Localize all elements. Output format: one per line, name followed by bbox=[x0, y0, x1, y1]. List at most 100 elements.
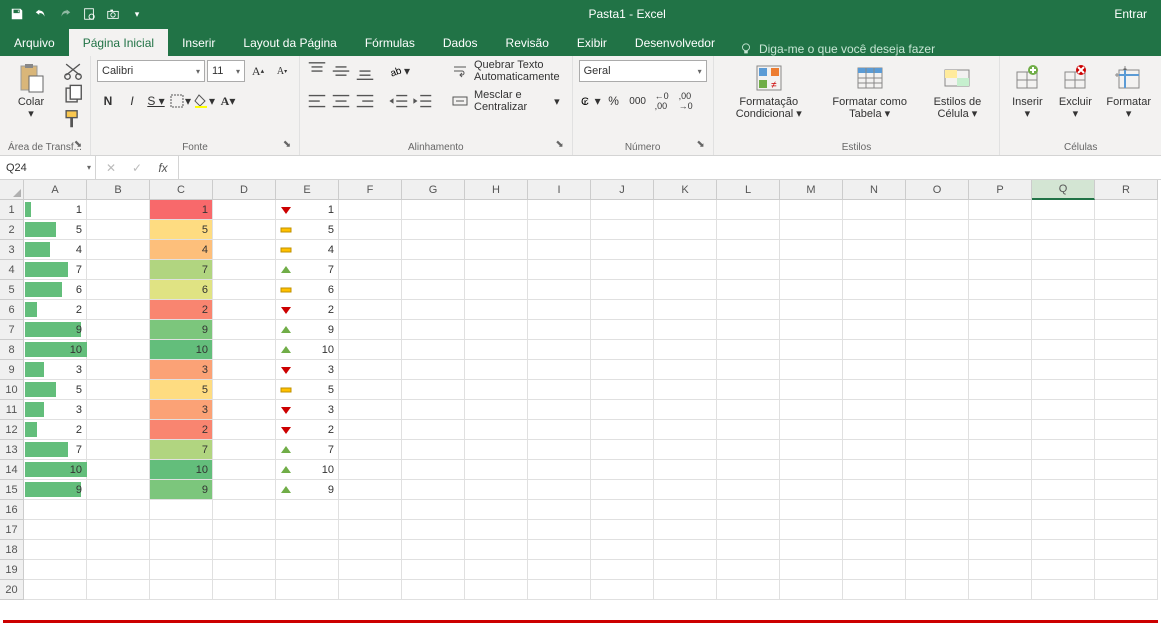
cell[interactable] bbox=[87, 460, 150, 480]
cell[interactable] bbox=[843, 260, 906, 280]
cell[interactable] bbox=[717, 580, 780, 600]
cell[interactable] bbox=[1095, 260, 1158, 280]
cell[interactable] bbox=[906, 360, 969, 380]
cell[interactable] bbox=[906, 460, 969, 480]
cell[interactable] bbox=[402, 240, 465, 260]
column-header[interactable]: F bbox=[339, 180, 402, 200]
cell[interactable]: 10 bbox=[150, 460, 213, 480]
cell[interactable] bbox=[339, 400, 402, 420]
tell-me-search[interactable]: Diga-me o que você deseja fazer bbox=[729, 42, 945, 56]
cell[interactable] bbox=[780, 280, 843, 300]
cell[interactable] bbox=[717, 240, 780, 260]
cell[interactable] bbox=[780, 200, 843, 220]
cell[interactable] bbox=[276, 560, 339, 580]
cell[interactable] bbox=[1032, 440, 1095, 460]
cell[interactable] bbox=[654, 500, 717, 520]
orientation-icon[interactable]: ab▾ bbox=[388, 60, 410, 82]
cell[interactable] bbox=[1095, 300, 1158, 320]
cell[interactable]: 5 bbox=[150, 220, 213, 240]
column-header[interactable]: M bbox=[780, 180, 843, 200]
cell[interactable] bbox=[969, 260, 1032, 280]
cell[interactable]: 10 bbox=[276, 340, 339, 360]
cell[interactable] bbox=[87, 320, 150, 340]
cell[interactable] bbox=[213, 340, 276, 360]
row-header[interactable]: 5 bbox=[0, 280, 24, 300]
cell[interactable] bbox=[969, 320, 1032, 340]
cell[interactable]: 3 bbox=[276, 360, 339, 380]
cell[interactable] bbox=[591, 220, 654, 240]
cell[interactable] bbox=[1095, 500, 1158, 520]
cell[interactable] bbox=[276, 520, 339, 540]
cell[interactable] bbox=[339, 240, 402, 260]
cell[interactable] bbox=[717, 260, 780, 280]
cell[interactable] bbox=[843, 520, 906, 540]
cell[interactable] bbox=[87, 220, 150, 240]
cell[interactable] bbox=[654, 220, 717, 240]
cell[interactable]: 7 bbox=[24, 440, 87, 460]
cell[interactable] bbox=[465, 540, 528, 560]
cell[interactable] bbox=[1095, 460, 1158, 480]
cell[interactable] bbox=[528, 580, 591, 600]
column-header[interactable]: G bbox=[402, 180, 465, 200]
cell[interactable] bbox=[276, 500, 339, 520]
cell[interactable] bbox=[339, 560, 402, 580]
cell[interactable] bbox=[150, 520, 213, 540]
cell[interactable] bbox=[339, 340, 402, 360]
cell[interactable] bbox=[654, 260, 717, 280]
cell[interactable] bbox=[717, 460, 780, 480]
cell[interactable] bbox=[780, 380, 843, 400]
wrap-text-button[interactable]: Quebrar Texto Automaticamente bbox=[446, 60, 566, 82]
cell[interactable] bbox=[843, 240, 906, 260]
cell[interactable] bbox=[402, 440, 465, 460]
spreadsheet-grid[interactable]: ABCDEFGHIJKLMNOPQR1111255534444777566662… bbox=[0, 180, 1161, 600]
column-header[interactable]: A bbox=[24, 180, 87, 200]
cell[interactable] bbox=[654, 440, 717, 460]
fill-color-icon[interactable]: ▾ bbox=[193, 90, 215, 112]
cell[interactable] bbox=[591, 260, 654, 280]
column-header[interactable]: K bbox=[654, 180, 717, 200]
cell[interactable] bbox=[969, 280, 1032, 300]
cell[interactable] bbox=[87, 200, 150, 220]
cell[interactable] bbox=[528, 440, 591, 460]
cell[interactable] bbox=[465, 520, 528, 540]
cell[interactable] bbox=[591, 320, 654, 340]
cell[interactable] bbox=[528, 480, 591, 500]
signin-button[interactable]: Entrar bbox=[1106, 7, 1155, 21]
cell[interactable] bbox=[213, 320, 276, 340]
cell[interactable]: 2 bbox=[276, 420, 339, 440]
cell[interactable] bbox=[717, 540, 780, 560]
row-header[interactable]: 19 bbox=[0, 560, 24, 580]
cell[interactable] bbox=[906, 260, 969, 280]
cell[interactable]: 4 bbox=[24, 240, 87, 260]
cell[interactable] bbox=[528, 420, 591, 440]
cell[interactable] bbox=[906, 500, 969, 520]
cell[interactable] bbox=[654, 340, 717, 360]
align-bottom-icon[interactable] bbox=[354, 60, 376, 82]
cell[interactable] bbox=[402, 420, 465, 440]
cell[interactable] bbox=[780, 300, 843, 320]
cell[interactable] bbox=[843, 460, 906, 480]
cell[interactable] bbox=[780, 540, 843, 560]
cell[interactable] bbox=[717, 400, 780, 420]
cell[interactable] bbox=[276, 540, 339, 560]
cell[interactable] bbox=[1032, 380, 1095, 400]
cell[interactable] bbox=[717, 520, 780, 540]
align-center-icon[interactable] bbox=[330, 90, 352, 112]
italic-icon[interactable]: I bbox=[121, 90, 143, 112]
cell[interactable] bbox=[654, 320, 717, 340]
column-header[interactable]: J bbox=[591, 180, 654, 200]
cell[interactable] bbox=[339, 360, 402, 380]
cell[interactable] bbox=[780, 360, 843, 380]
cell[interactable] bbox=[591, 580, 654, 600]
row-header[interactable]: 9 bbox=[0, 360, 24, 380]
cell[interactable] bbox=[843, 320, 906, 340]
cell[interactable] bbox=[213, 500, 276, 520]
cell[interactable] bbox=[1032, 400, 1095, 420]
cell[interactable] bbox=[213, 420, 276, 440]
cell[interactable] bbox=[339, 280, 402, 300]
row-header[interactable]: 6 bbox=[0, 300, 24, 320]
cell[interactable] bbox=[402, 540, 465, 560]
tab-exibir[interactable]: Exibir bbox=[563, 30, 621, 56]
cell[interactable] bbox=[150, 580, 213, 600]
cell[interactable] bbox=[969, 300, 1032, 320]
